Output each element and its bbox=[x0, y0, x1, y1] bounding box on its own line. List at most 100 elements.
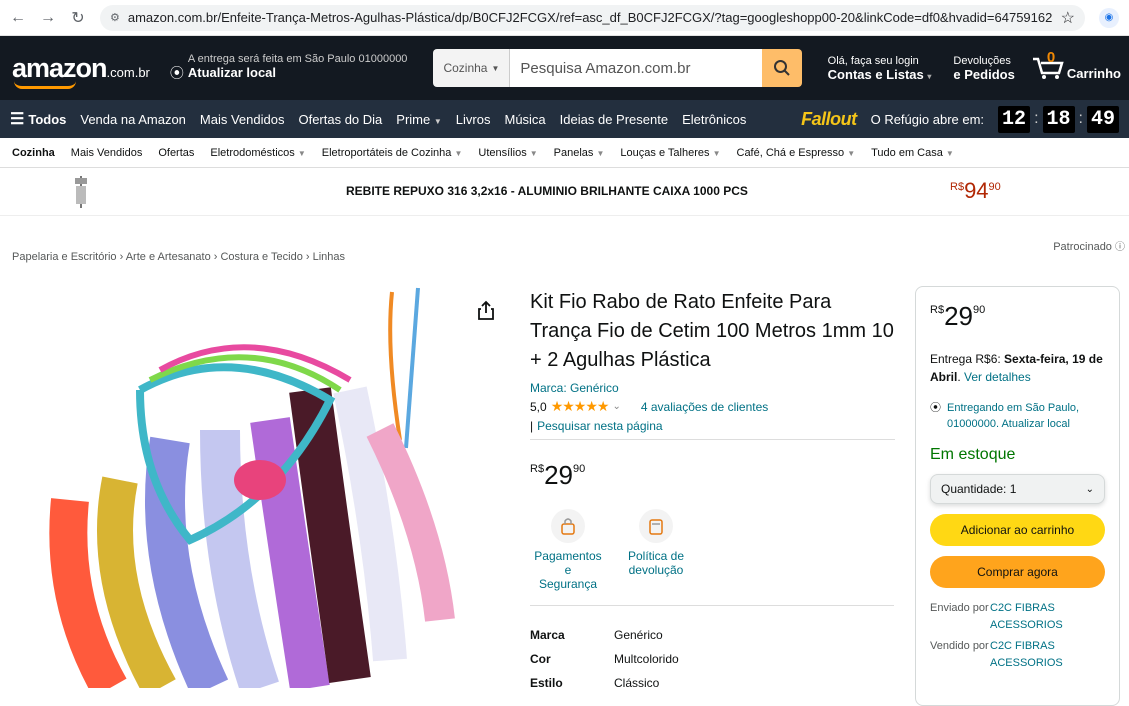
return-policy-feature[interactable]: Política de devolução bbox=[618, 509, 694, 591]
sponsored-banner[interactable]: REBITE REPUXO 316 3,2x16 - ALUMINIO BRIL… bbox=[0, 168, 1129, 216]
spec-key: Estilo bbox=[530, 676, 563, 690]
sponsored-label[interactable]: Patrocinado ⓘ bbox=[1053, 238, 1125, 253]
subnav-label: Café, Chá e Espresso bbox=[736, 146, 845, 159]
subnav-label: Eletrodomésticos bbox=[210, 146, 295, 159]
address-bar[interactable]: ⚙ amazon.com.br/Enfeite-Trança-Metros-Ag… bbox=[100, 4, 1085, 31]
price-fraction: 90 bbox=[972, 304, 986, 316]
subnav-item[interactable]: Mais Vendidos bbox=[71, 147, 143, 159]
subnav-item-dropdown[interactable]: Panelas ▼ bbox=[554, 147, 605, 159]
separator-bar: | bbox=[530, 419, 534, 433]
all-menu-button[interactable]: ☰ Todos bbox=[10, 109, 66, 129]
sold-by-row: Vendido por C2C FIBRAS ACESSORIOS bbox=[930, 638, 1105, 672]
share-icon[interactable] bbox=[478, 300, 494, 320]
location-line1: Entregando em São Paulo, bbox=[947, 402, 1080, 414]
nav-item[interactable]: Venda na Amazon bbox=[80, 112, 186, 127]
sold-by-label: Vendido por bbox=[930, 640, 989, 652]
reviews-link[interactable]: 4 avaliações de clientes bbox=[641, 400, 768, 414]
shipped-by-link[interactable]: C2C FIBRAS ACESSORIOS bbox=[990, 600, 1063, 634]
delivery-details-link[interactable]: Ver detalhes bbox=[964, 370, 1031, 384]
seller-name-line2: ACESSORIOS bbox=[990, 619, 1063, 631]
price-whole: 29 bbox=[544, 460, 573, 490]
delivery-location[interactable]: ⦿ A entrega será feita em São Paulo 0100… bbox=[170, 53, 408, 83]
promo-text[interactable]: O Refúgio abre em: bbox=[871, 112, 984, 127]
spec-row: Estilo Clássico bbox=[530, 676, 895, 700]
location-line2: 01000000. Atualizar local bbox=[947, 418, 1070, 430]
brand-link[interactable]: Marca: Genérico bbox=[530, 381, 895, 395]
caret-down-icon: ▾ bbox=[927, 71, 932, 81]
subnav-item-dropdown[interactable]: Eletrodomésticos ▼ bbox=[210, 147, 305, 159]
price-whole: 94 bbox=[964, 178, 989, 203]
quantity-select[interactable]: Quantidade: 1 ⌄ bbox=[930, 474, 1105, 504]
bookmark-star-icon[interactable]: ☆ bbox=[1061, 8, 1075, 28]
back-icon[interactable]: ← bbox=[10, 9, 26, 27]
caret-down-icon: ▼ bbox=[529, 148, 538, 158]
search-button[interactable] bbox=[761, 49, 802, 87]
product-price: R$2990 bbox=[530, 460, 895, 491]
nav-item-prime[interactable]: Prime ▼ bbox=[396, 112, 442, 127]
product-image[interactable] bbox=[30, 280, 470, 688]
hamburger-icon: ☰ bbox=[10, 111, 25, 128]
delivery-prefix: Entrega R$6: bbox=[930, 352, 1005, 366]
rating-value: 5,0 bbox=[530, 399, 547, 414]
deliver-line2: Atualizar local bbox=[187, 65, 277, 80]
main-nav: ☰ Todos Venda na Amazon Mais Vendidos Ofe… bbox=[0, 100, 1129, 138]
nav-item[interactable]: Música bbox=[504, 112, 545, 127]
banner-title[interactable]: REBITE REPUXO 316 3,2x16 - ALUMINIO BRIL… bbox=[346, 184, 748, 198]
countdown-timer: 12 : 18 : 49 bbox=[998, 105, 1119, 133]
cart-button[interactable]: 0 Carrinho bbox=[1031, 49, 1121, 81]
sold-by-link[interactable]: C2C FIBRAS ACESSORIOS bbox=[990, 638, 1063, 672]
chevron-down-icon[interactable]: ⌄ bbox=[612, 401, 620, 412]
subnav-item-dropdown[interactable]: Eletroportáteis de Cozinha ▼ bbox=[322, 147, 463, 159]
sponsored-text: Patrocinado bbox=[1053, 241, 1112, 253]
subnav-label: Eletroportáteis de Cozinha bbox=[321, 146, 452, 159]
all-menu-label: Todos bbox=[28, 111, 67, 127]
add-to-cart-button[interactable]: Adicionar ao carrinho bbox=[930, 514, 1105, 546]
amazon-logo[interactable]: amazon.com.br bbox=[8, 53, 154, 89]
cart-label: Carrinho bbox=[1066, 66, 1121, 81]
caret-down-icon: ▼ bbox=[596, 148, 605, 158]
nav-item[interactable]: Eletrônicos bbox=[682, 112, 746, 127]
nav-item[interactable]: Livros bbox=[456, 112, 491, 127]
search-category-dropdown[interactable]: Cozinha ▼ bbox=[433, 49, 511, 87]
url-text[interactable]: amazon.com.br/Enfeite-Trança-Metros-Agul… bbox=[128, 10, 1053, 25]
price-fraction: 90 bbox=[572, 463, 586, 475]
star-rating-icon[interactable]: ★★★★★ bbox=[551, 398, 610, 415]
price-symbol: R$ bbox=[530, 463, 545, 475]
subnav-item-dropdown[interactable]: Café, Chá e Espresso ▼ bbox=[737, 147, 856, 159]
nav-item[interactable]: Mais Vendidos bbox=[200, 112, 285, 127]
browser-toolbar: ← → ↻ ⚙ amazon.com.br/Enfeite-Trança-Met… bbox=[0, 0, 1129, 36]
timer-minutes: 18 bbox=[1042, 105, 1075, 133]
reload-icon[interactable]: ↻ bbox=[70, 8, 86, 28]
profile-icon[interactable]: ◉ bbox=[1099, 7, 1119, 28]
account-lists[interactable]: Olá, faça seu login Contas e Listas ▾ bbox=[822, 55, 938, 82]
promo-logo[interactable]: Fallout bbox=[801, 109, 857, 130]
payment-security-feature[interactable]: Pagamentos e Segurança bbox=[530, 509, 606, 591]
nav-item-label: Prime bbox=[396, 111, 431, 127]
seller-name-line1: C2C FIBRAS bbox=[990, 602, 1055, 614]
search-input[interactable] bbox=[510, 49, 762, 87]
site-settings-icon[interactable]: ⚙ bbox=[110, 11, 120, 24]
delivery-location-link[interactable]: ⦿ Entregando em São Paulo, 01000000. Atua… bbox=[930, 400, 1105, 432]
logo-tld: .com.br bbox=[106, 64, 150, 80]
spec-row: Cor Multcolorido bbox=[530, 652, 895, 676]
nav-item[interactable]: Ofertas do Dia bbox=[298, 112, 382, 127]
subnav-item-dropdown[interactable]: Louças e Talheres ▼ bbox=[620, 147, 720, 159]
lock-icon bbox=[551, 509, 585, 543]
subnav-item[interactable]: Cozinha bbox=[12, 147, 55, 159]
subnav-item[interactable]: Ofertas bbox=[158, 147, 194, 159]
amazon-header: amazon.com.br ⦿ A entrega será feita em … bbox=[0, 36, 1129, 100]
subnav-item-dropdown[interactable]: Tudo em Casa ▼ bbox=[871, 147, 954, 159]
nav-item[interactable]: Ideias de Presente bbox=[560, 112, 668, 127]
breadcrumb[interactable]: Papelaria e Escritório › Arte e Artesana… bbox=[12, 251, 345, 263]
search-this-page[interactable]: | Pesquisar nesta página bbox=[530, 419, 895, 440]
price-whole: 29 bbox=[944, 301, 973, 331]
search-icon bbox=[773, 60, 790, 76]
timer-seconds: 49 bbox=[1086, 105, 1119, 133]
shipped-by-label: Enviado por bbox=[930, 602, 989, 614]
subnav-item-dropdown[interactable]: Utensílios ▼ bbox=[478, 147, 537, 159]
buy-now-button[interactable]: Comprar agora bbox=[930, 556, 1105, 588]
caret-down-icon: ▼ bbox=[491, 63, 500, 73]
info-icon: ⓘ bbox=[1115, 242, 1125, 253]
forward-icon[interactable]: → bbox=[40, 9, 56, 27]
returns-orders[interactable]: Devoluções e Pedidos bbox=[947, 55, 1020, 82]
